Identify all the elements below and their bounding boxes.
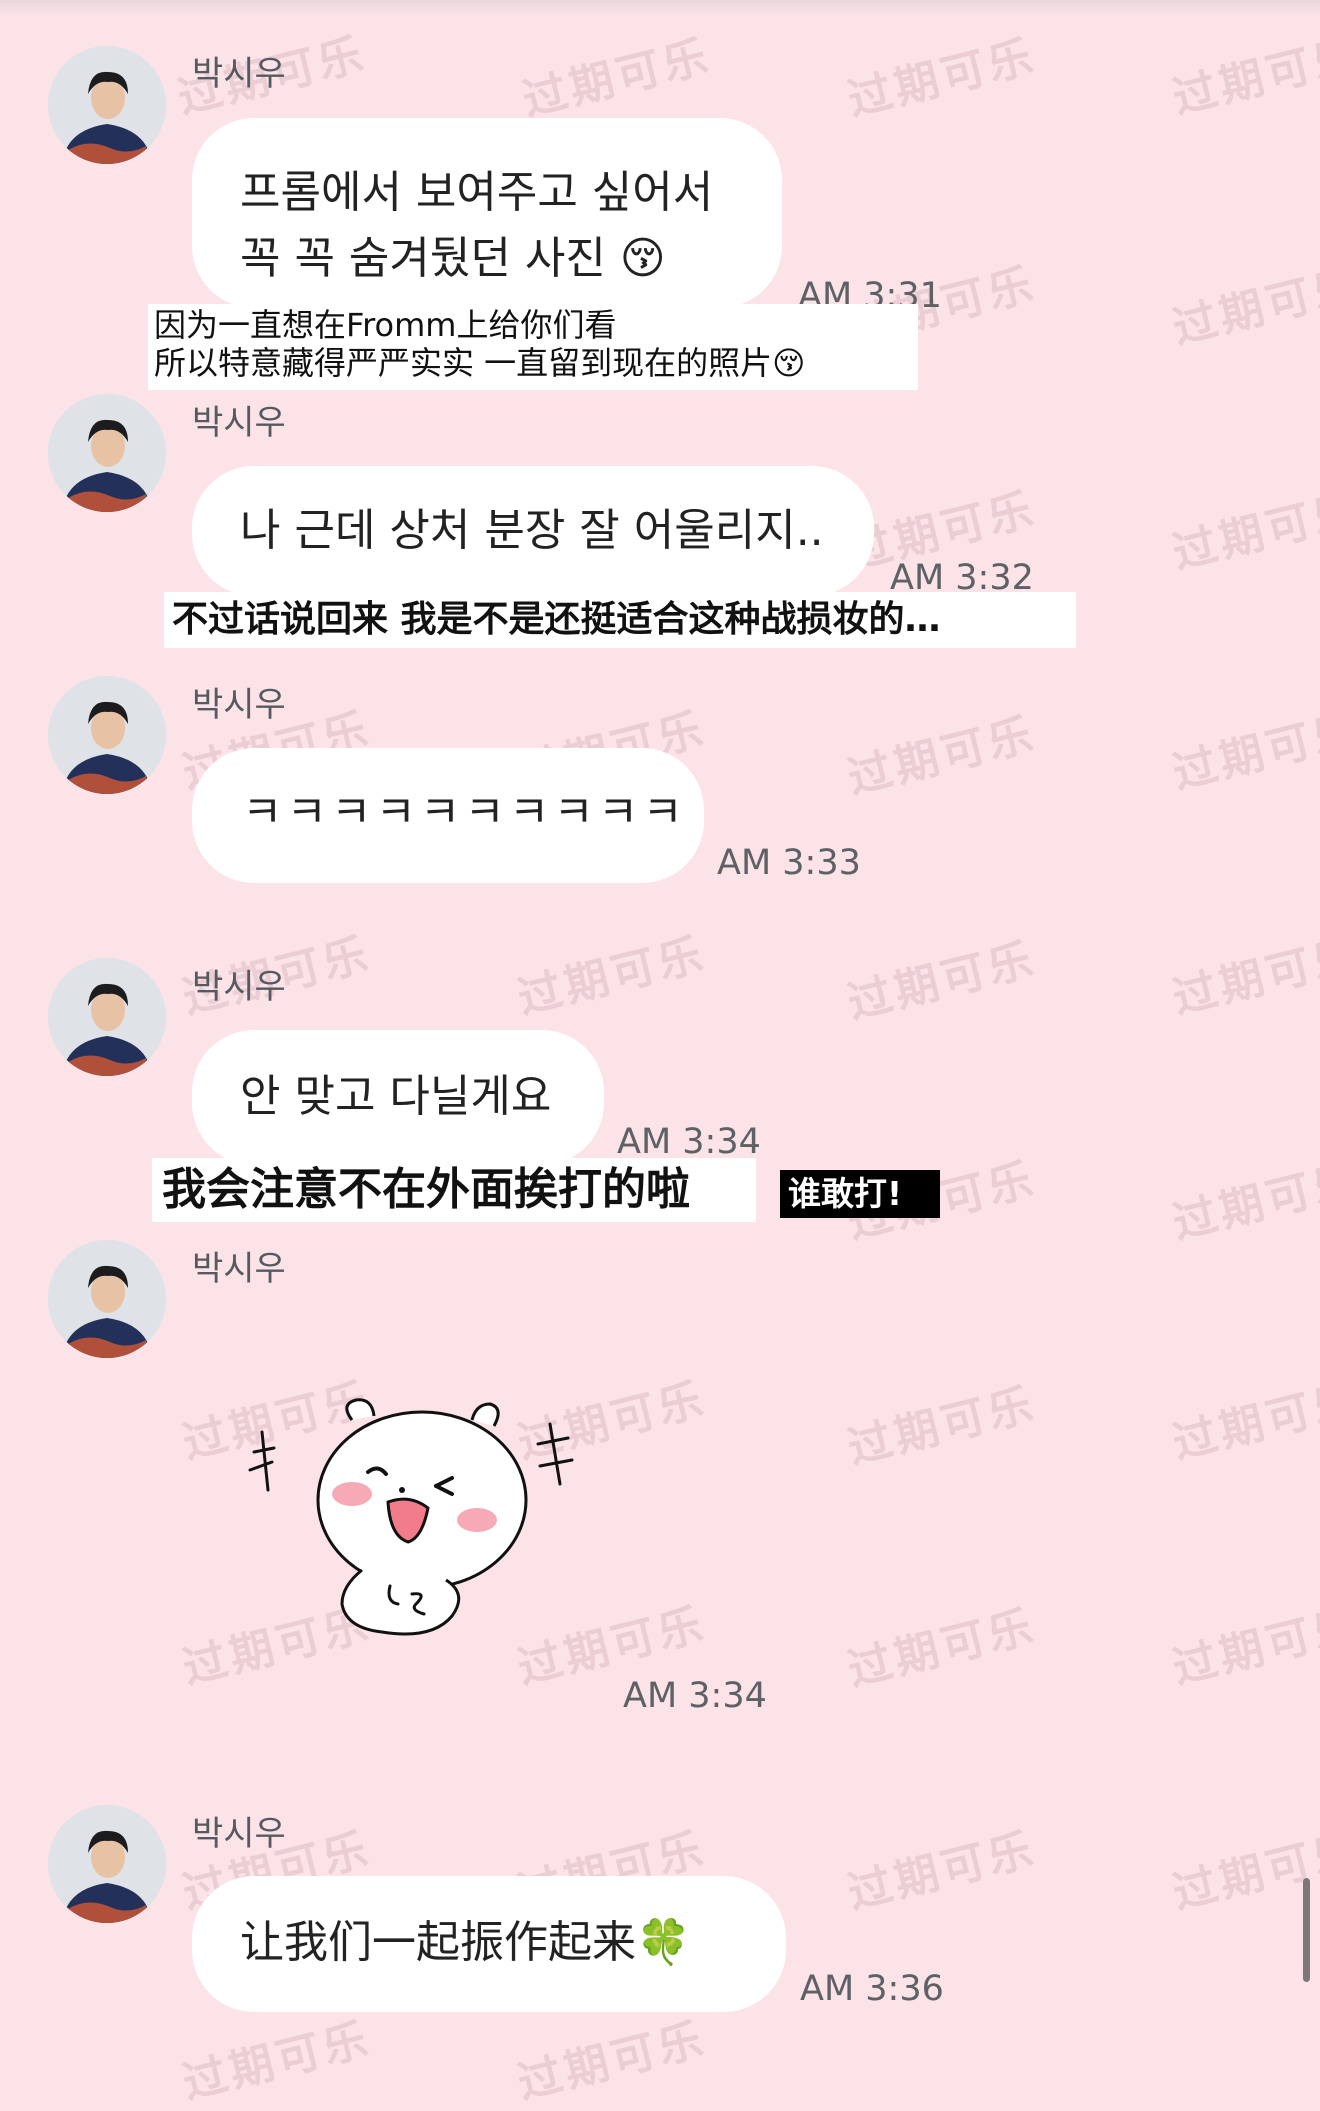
message-line: 꼭 꼭 숨겨뒀던 사진 😚 [240,233,666,284]
watermark: 过期可乐 [842,1823,1042,1920]
avatar[interactable] [48,1805,166,1923]
avatar[interactable] [48,394,166,512]
caption-line: 因为一直想在Fromm上给你们看 [154,306,617,344]
message-line: 让我们一起振作起来🍀 [240,1917,691,1968]
avatar[interactable] [48,1240,166,1358]
watermark: 过期可乐 [512,2013,712,2110]
message-bubble[interactable]: 안 맞고 다닐게요 [192,1030,604,1165]
sender-name: 박시우 [192,967,286,1007]
watermark: 过期可乐 [1167,28,1320,125]
annotation-badge: 谁敢打! [780,1170,940,1218]
watermark: 过期可乐 [1167,1823,1320,1920]
watermark: 过期可乐 [517,30,717,127]
timestamp: AM 3:36 [800,1969,944,2009]
watermark: 过期可乐 [842,30,1042,127]
translation-caption: 不过话说回来 我是不是还挺适合这种战损妆的… [164,592,1076,648]
watermark: 过期可乐 [1167,703,1320,800]
watermark: 过期可乐 [842,708,1042,805]
sender-name: 박시우 [192,1249,286,1289]
message-line: 안 맞고 다닐게요 [240,1071,552,1122]
watermark: 过期可乐 [1167,483,1320,580]
top-edge-shade [0,0,1320,16]
caption-line: 不过话说回来 我是不是还挺适合这种战损妆的… [172,599,941,640]
smiling-bear-sticker[interactable] [232,1390,582,1650]
caption-line: 所以特意藏得严严实实 一直留到现在的照片😚 [154,344,806,382]
avatar[interactable] [48,676,166,794]
timestamp: AM 3:34 [623,1676,767,1716]
caption-line: 我会注意不在外面挨打的啦 [162,1164,690,1215]
sender-name: 박시우 [192,403,286,443]
sender-name: 박시우 [192,54,286,94]
watermark: 过期可乐 [177,2013,377,2110]
sender-name: 박시우 [192,1814,286,1854]
watermark: 过期可乐 [1167,1598,1320,1695]
avatar[interactable] [48,958,166,1076]
watermark: 过期可乐 [842,1600,1042,1697]
message-line: 프롬에서 보여주고 싶어서 [240,167,714,218]
message-bubble[interactable]: ㅋㅋㅋㅋㅋㅋㅋㅋㅋㅋ [192,748,704,883]
timestamp: AM 3:33 [717,843,861,883]
watermark: 过期可乐 [1167,258,1320,355]
watermark: 过期可乐 [842,1378,1042,1475]
sender-name: 박시우 [192,685,286,725]
watermark: 过期可乐 [842,933,1042,1030]
scrollbar-thumb[interactable] [1303,1878,1310,1982]
avatar[interactable] [48,46,166,164]
watermark: 过期可乐 [1167,1153,1320,1250]
watermark: 过期可乐 [1167,1373,1320,1470]
message-line: 나 근데 상처 분장 잘 어울리지.. [240,505,824,556]
watermark: 过期可乐 [512,928,712,1025]
translation-caption: 因为一直想在Fromm上给你们看 所以特意藏得严严实实 一直留到现在的照片😚 [148,304,918,390]
timestamp: AM 3:34 [617,1122,761,1162]
message-bubble[interactable]: 프롬에서 보여주고 싶어서 꼭 꼭 숨겨뒀던 사진 😚 [192,118,782,308]
translation-caption: 我会注意不在外面挨打的啦 [152,1158,756,1222]
message-bubble[interactable]: 나 근데 상처 분장 잘 어울리지.. [192,466,874,596]
message-line: ㅋㅋㅋㅋㅋㅋㅋㅋㅋㅋ [242,787,687,838]
message-bubble[interactable]: 让我们一起振作起来🍀 [192,1876,786,2012]
watermark: 过期可乐 [1167,928,1320,1025]
